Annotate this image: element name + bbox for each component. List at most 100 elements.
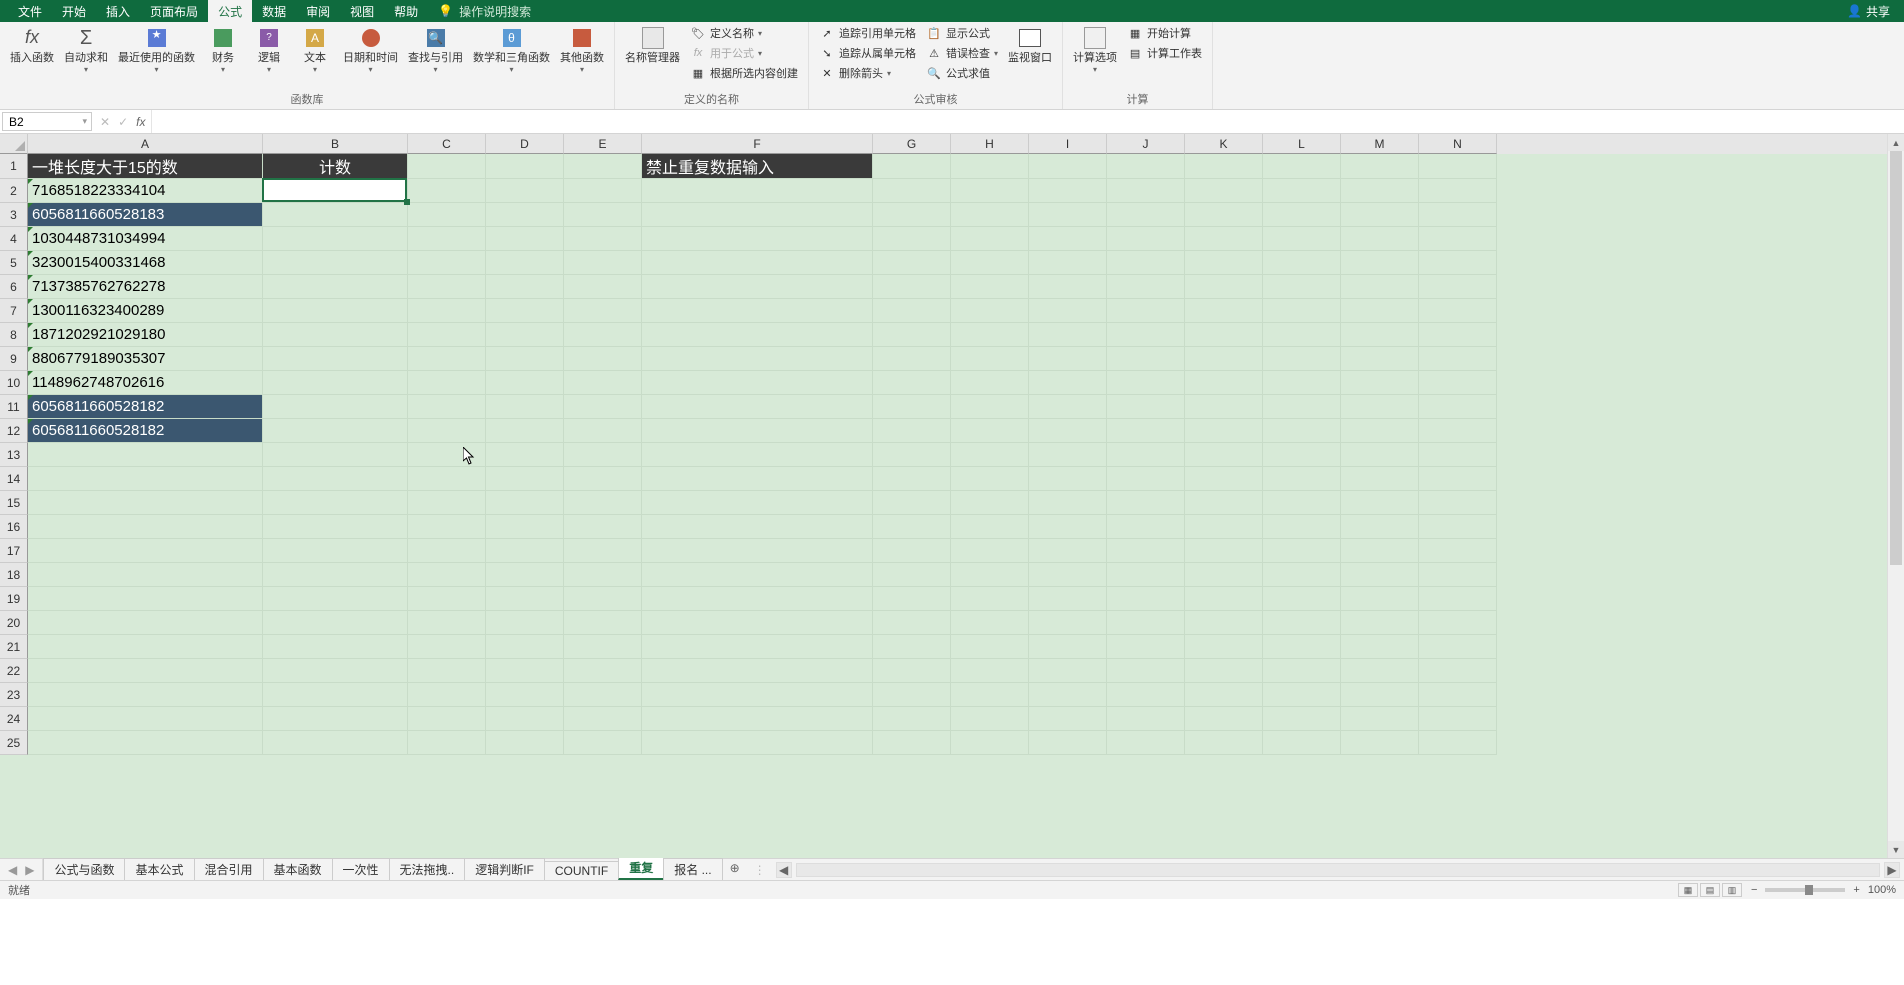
sheet-tab-0[interactable]: 公式与函数 [43,858,125,880]
cell-H6[interactable] [951,275,1029,299]
cell-C4[interactable] [408,227,486,251]
cell-I21[interactable] [1029,635,1107,659]
cell-D11[interactable] [486,395,564,419]
column-header-B[interactable]: B [263,134,408,154]
cell-C23[interactable] [408,683,486,707]
cell-A22[interactable] [28,659,263,683]
cell-D2[interactable] [486,179,564,203]
cell-A19[interactable] [28,587,263,611]
cell-L19[interactable] [1263,587,1341,611]
calculate-sheet-button[interactable]: ▤ 计算工作表 [1123,44,1206,62]
cell-D21[interactable] [486,635,564,659]
cell-I14[interactable] [1029,467,1107,491]
cell-L7[interactable] [1263,299,1341,323]
normal-view-button[interactable]: ▦ [1678,883,1698,897]
cell-E1[interactable] [564,154,642,179]
cell-M3[interactable] [1341,203,1419,227]
cell-I4[interactable] [1029,227,1107,251]
cell-E21[interactable] [564,635,642,659]
cell-C24[interactable] [408,707,486,731]
row-header-6[interactable]: 6 [0,275,28,299]
cell-H11[interactable] [951,395,1029,419]
cell-B15[interactable] [263,491,408,515]
cell-C20[interactable] [408,611,486,635]
spreadsheet-grid[interactable]: ABCDEFGHIJKLMN 1234567891011121314151617… [0,134,1904,858]
add-sheet-button[interactable]: ⊕ [722,859,748,880]
cell-B8[interactable] [263,323,408,347]
cell-C25[interactable] [408,731,486,755]
sheet-tab-7[interactable]: COUNTIF [544,861,619,880]
cell-D15[interactable] [486,491,564,515]
cell-B16[interactable] [263,515,408,539]
cell-J16[interactable] [1107,515,1185,539]
cell-M20[interactable] [1341,611,1419,635]
cell-B11[interactable] [263,395,408,419]
row-header-7[interactable]: 7 [0,299,28,323]
cell-M21[interactable] [1341,635,1419,659]
remove-arrows-button[interactable]: ✕ 删除箭头 [815,64,920,82]
cell-K10[interactable] [1185,371,1263,395]
cell-M1[interactable] [1341,154,1419,179]
cell-D16[interactable] [486,515,564,539]
cell-H18[interactable] [951,563,1029,587]
cell-H15[interactable] [951,491,1029,515]
cell-F20[interactable] [642,611,873,635]
cell-L4[interactable] [1263,227,1341,251]
select-all-corner[interactable] [0,134,28,154]
cell-L17[interactable] [1263,539,1341,563]
cell-L15[interactable] [1263,491,1341,515]
sheet-divider[interactable]: ⋮ [748,859,772,880]
row-header-2[interactable]: 2 [0,179,28,203]
cell-M8[interactable] [1341,323,1419,347]
cell-N19[interactable] [1419,587,1497,611]
scroll-down-button[interactable]: ▼ [1888,841,1904,858]
cell-I7[interactable] [1029,299,1107,323]
row-header-22[interactable]: 22 [0,659,28,683]
row-header-13[interactable]: 13 [0,443,28,467]
cell-D1[interactable] [486,154,564,179]
cell-E15[interactable] [564,491,642,515]
row-header-5[interactable]: 5 [0,251,28,275]
cell-L10[interactable] [1263,371,1341,395]
cell-I23[interactable] [1029,683,1107,707]
column-header-H[interactable]: H [951,134,1029,154]
cell-B25[interactable] [263,731,408,755]
cell-M14[interactable] [1341,467,1419,491]
cell-G8[interactable] [873,323,951,347]
cell-E8[interactable] [564,323,642,347]
tell-me[interactable]: 💡 操作说明搜索 [438,3,531,20]
cell-N12[interactable] [1419,419,1497,443]
cell-L11[interactable] [1263,395,1341,419]
cell-F23[interactable] [642,683,873,707]
cell-A25[interactable] [28,731,263,755]
cell-L16[interactable] [1263,515,1341,539]
cell-B6[interactable] [263,275,408,299]
cell-J14[interactable] [1107,467,1185,491]
cell-G5[interactable] [873,251,951,275]
cell-K2[interactable] [1185,179,1263,203]
cell-G22[interactable] [873,659,951,683]
cell-H8[interactable] [951,323,1029,347]
cell-F4[interactable] [642,227,873,251]
cell-L24[interactable] [1263,707,1341,731]
cell-N23[interactable] [1419,683,1497,707]
cell-J7[interactable] [1107,299,1185,323]
cell-K13[interactable] [1185,443,1263,467]
cell-N10[interactable] [1419,371,1497,395]
cell-N20[interactable] [1419,611,1497,635]
menu-tab-开始[interactable]: 开始 [52,0,96,23]
cell-M22[interactable] [1341,659,1419,683]
cell-F2[interactable] [642,179,873,203]
row-header-12[interactable]: 12 [0,419,28,443]
cell-G4[interactable] [873,227,951,251]
cell-M6[interactable] [1341,275,1419,299]
cell-D25[interactable] [486,731,564,755]
cell-C7[interactable] [408,299,486,323]
column-header-I[interactable]: I [1029,134,1107,154]
cell-L14[interactable] [1263,467,1341,491]
cell-A6[interactable]: 7137385762762278 [28,275,263,299]
cell-G7[interactable] [873,299,951,323]
cell-L13[interactable] [1263,443,1341,467]
column-header-E[interactable]: E [564,134,642,154]
cell-G14[interactable] [873,467,951,491]
